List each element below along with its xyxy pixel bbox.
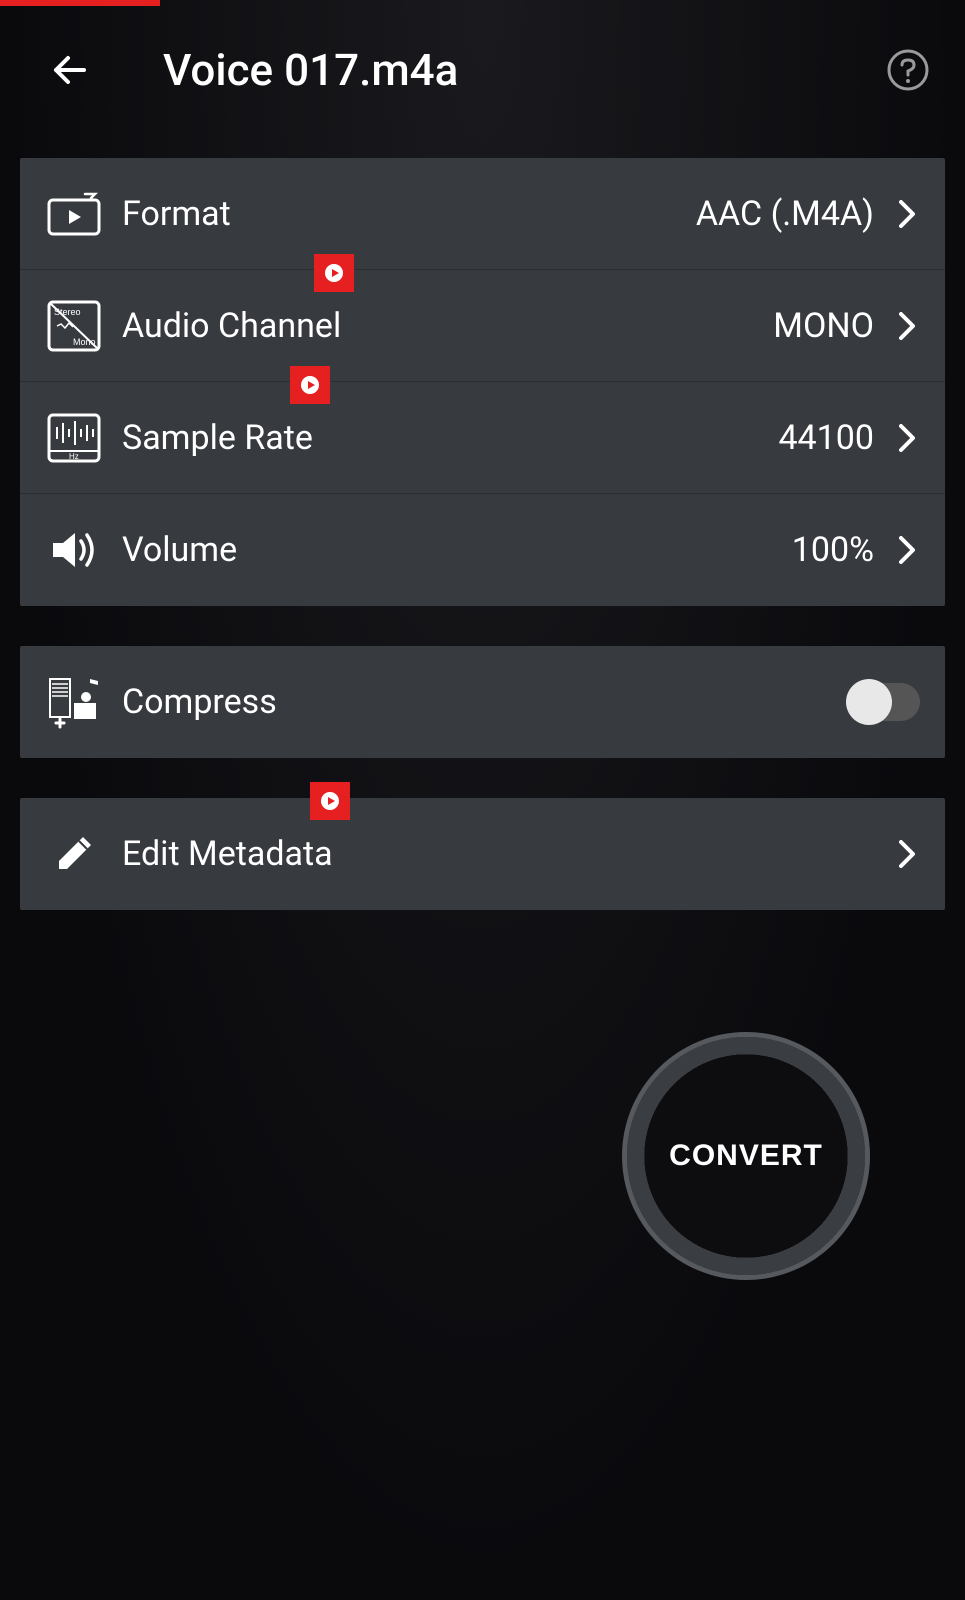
premium-badge [310, 782, 350, 820]
content: Format AAC (.M4A) Stereo Mono [0, 130, 965, 910]
edit-metadata-label: Edit Metadata [122, 834, 894, 874]
header: Voice 017.m4a [0, 0, 965, 130]
edit-metadata-row[interactable]: Edit Metadata [20, 798, 945, 910]
sample-rate-row[interactable]: Hz Sample Rate 44100 [20, 382, 945, 494]
format-value: AAC (.M4A) [696, 194, 874, 234]
chevron-right-icon [894, 841, 920, 867]
compress-section: Compress [20, 646, 945, 758]
sample-rate-label: Sample Rate [122, 418, 778, 458]
volume-icon [40, 529, 108, 571]
chevron-right-icon [894, 313, 920, 339]
chevron-right-icon [894, 201, 920, 227]
convert-label: CONVERT [669, 1139, 823, 1173]
format-icon [40, 192, 108, 236]
compress-label: Compress [122, 682, 848, 722]
volume-value: 100% [792, 530, 874, 570]
audio-settings-section: Format AAC (.M4A) Stereo Mono [20, 158, 945, 606]
compress-icon [40, 675, 108, 729]
audio-channel-value: MONO [773, 306, 874, 346]
format-row[interactable]: Format AAC (.M4A) [20, 158, 945, 270]
help-button[interactable] [886, 48, 930, 92]
premium-badge [290, 366, 330, 404]
edit-icon [40, 831, 108, 877]
play-icon [301, 376, 319, 394]
volume-row[interactable]: Volume 100% [20, 494, 945, 606]
help-icon [886, 48, 930, 92]
chevron-right-icon [894, 425, 920, 451]
page-title: Voice 017.m4a [163, 44, 886, 96]
sample-rate-value: 44100 [778, 418, 874, 458]
play-icon [325, 264, 343, 282]
status-bar-accent [0, 0, 160, 6]
volume-label: Volume [122, 530, 792, 570]
premium-badge [314, 254, 354, 292]
metadata-section: Edit Metadata [20, 798, 945, 910]
audio-channel-icon: Stereo Mono [40, 300, 108, 352]
format-label: Format [122, 194, 696, 234]
play-icon [321, 792, 339, 810]
toggle-knob [846, 679, 892, 725]
svg-text:Mono: Mono [73, 337, 96, 347]
convert-button[interactable]: CONVERT [622, 1032, 870, 1280]
compress-row[interactable]: Compress [20, 646, 945, 758]
audio-channel-label: Audio Channel [122, 306, 773, 346]
back-button[interactable] [45, 45, 95, 95]
compress-toggle[interactable] [848, 683, 920, 721]
svg-text:Hz: Hz [69, 452, 79, 461]
chevron-right-icon [894, 537, 920, 563]
arrow-left-icon [49, 49, 91, 91]
sample-rate-icon: Hz [40, 413, 108, 463]
audio-channel-row[interactable]: Stereo Mono Audio Channel MONO [20, 270, 945, 382]
